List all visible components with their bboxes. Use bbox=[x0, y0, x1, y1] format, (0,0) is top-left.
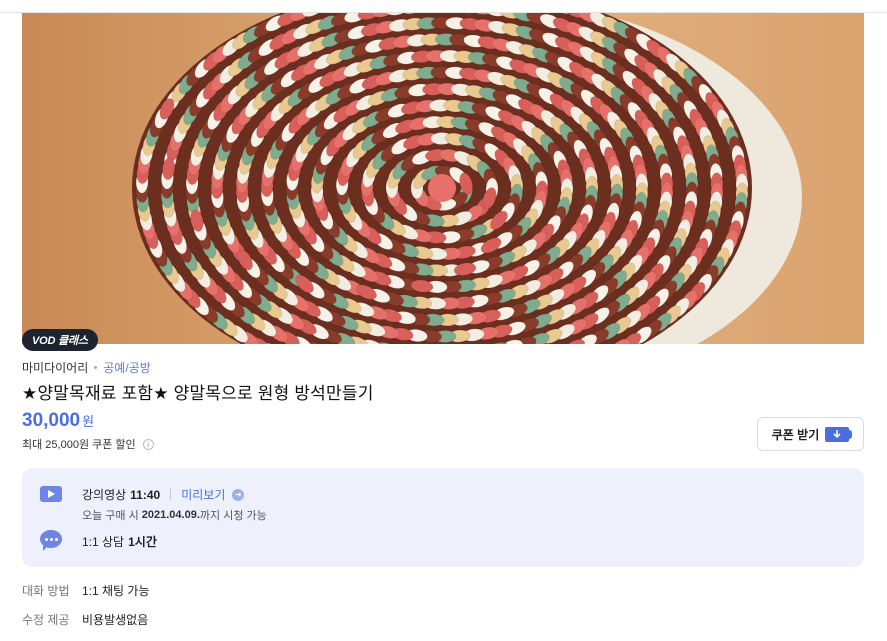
video-row: 강의영상 11:40 미리보기 ➜ bbox=[82, 486, 245, 503]
crochet-cushion-image bbox=[132, 13, 802, 344]
coupon-button-label: 쿠폰 받기 bbox=[771, 427, 820, 442]
consult-row: 1:1 상담 1시간 bbox=[82, 533, 157, 550]
meta-dot bbox=[94, 366, 98, 369]
vod-badge: VOD 클래스 bbox=[22, 329, 98, 351]
price: 30,000 원 bbox=[22, 410, 94, 432]
purchase-date: 2021.04.09. bbox=[141, 509, 200, 521]
detail-revision: 수정 제공 비용발생없음 bbox=[22, 611, 148, 628]
detail-value: 1:1 채팅 가능 bbox=[82, 584, 150, 598]
purchase-prefix: 오늘 구매 시 bbox=[82, 510, 139, 522]
price-value: 30,000 bbox=[22, 410, 81, 431]
detail-key: 대화 방법 bbox=[22, 584, 70, 598]
creator-name[interactable]: 마미다이어리 bbox=[22, 359, 88, 376]
class-meta: 마미다이어리 공예/공방 bbox=[22, 359, 151, 376]
play-icon bbox=[40, 486, 62, 502]
lecture-info-box: 강의영상 11:40 미리보기 ➜ 오늘 구매 시 2021.04.09. 까지… bbox=[22, 468, 864, 567]
coupon-discount: 최대 25,000원 쿠폰 할인 i bbox=[22, 436, 154, 452]
preview-link[interactable]: 미리보기 bbox=[181, 486, 225, 503]
download-icon bbox=[825, 426, 853, 442]
consult-time: 1시간 bbox=[128, 535, 157, 549]
get-coupon-button[interactable]: 쿠폰 받기 bbox=[757, 417, 864, 451]
purchase-suffix: 까지 시청 가능 bbox=[199, 510, 267, 522]
divider bbox=[170, 489, 172, 500]
class-title: ★양말목재료 포함★ 양말목으로 원형 방석만들기 bbox=[22, 384, 374, 403]
info-icon[interactable]: i bbox=[142, 438, 154, 450]
video-length: 11:40 bbox=[130, 487, 161, 502]
purchase-row: 오늘 구매 시 2021.04.09. 까지 시청 가능 bbox=[82, 507, 267, 523]
detail-value: 비용발생없음 bbox=[82, 613, 149, 627]
detail-chat-method: 대화 방법 1:1 채팅 가능 bbox=[22, 582, 150, 599]
consult-label: 1:1 상담 bbox=[82, 535, 125, 549]
category-link[interactable]: 공예/공방 bbox=[103, 359, 151, 376]
video-label: 강의영상 bbox=[82, 488, 127, 502]
price-unit: 원 bbox=[82, 414, 95, 429]
class-thumbnail[interactable] bbox=[22, 13, 864, 344]
arrow-right-icon[interactable]: ➜ bbox=[232, 488, 245, 501]
discount-text: 최대 25,000원 쿠폰 할인 bbox=[22, 439, 136, 451]
detail-key: 수정 제공 bbox=[22, 613, 70, 627]
chat-icon bbox=[40, 530, 62, 551]
